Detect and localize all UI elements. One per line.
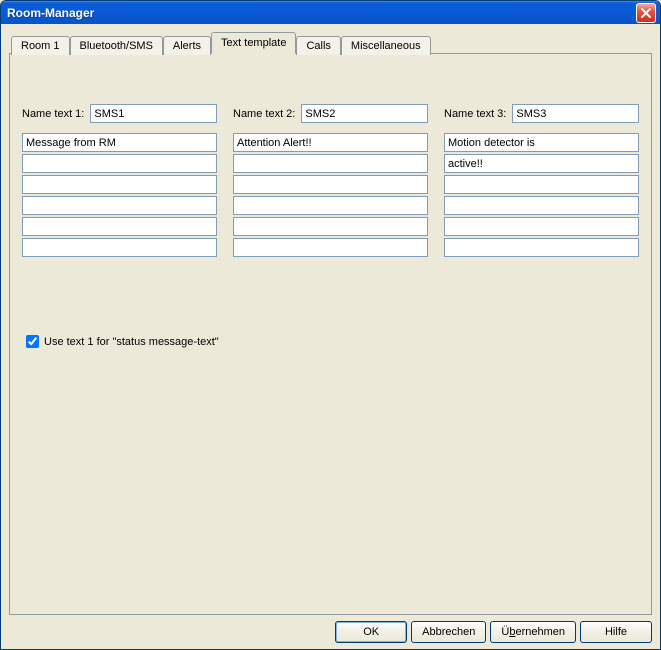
- tab-alerts[interactable]: Alerts: [163, 36, 211, 55]
- text1-line4[interactable]: [22, 196, 217, 215]
- tab-calls[interactable]: Calls: [296, 36, 340, 55]
- text3-line1[interactable]: [444, 133, 639, 152]
- close-button[interactable]: [636, 3, 656, 23]
- tab-text-template[interactable]: Text template: [211, 32, 296, 54]
- text2-line3[interactable]: [233, 175, 428, 194]
- text1-line3[interactable]: [22, 175, 217, 194]
- text1-line6[interactable]: [22, 238, 217, 257]
- tab-label: Bluetooth/SMS: [80, 40, 153, 52]
- titlebar: Room-Manager: [1, 1, 660, 24]
- ok-button[interactable]: OK: [335, 621, 407, 643]
- close-icon: [641, 8, 651, 18]
- text1-line2[interactable]: [22, 154, 217, 173]
- tab-miscellaneous[interactable]: Miscellaneous: [341, 36, 431, 55]
- name-text-3-input[interactable]: [512, 104, 639, 123]
- tab-label: Text template: [221, 37, 286, 49]
- text3-line5[interactable]: [444, 217, 639, 236]
- text3-line2[interactable]: [444, 154, 639, 173]
- text1-line5[interactable]: [22, 217, 217, 236]
- client-area: Room 1 Bluetooth/SMS Alerts Text templat…: [1, 24, 660, 649]
- tab-label: Alerts: [173, 40, 201, 52]
- apply-button[interactable]: Übernehmen: [490, 621, 576, 643]
- text-column-3: Name text 3:: [444, 104, 639, 259]
- tab-label: Room 1: [21, 40, 60, 52]
- name-text-1-label: Name text 1:: [22, 108, 84, 120]
- text3-line3[interactable]: [444, 175, 639, 194]
- use-text1-status-checkbox[interactable]: [26, 335, 39, 348]
- window: Room-Manager Room 1 Bluetooth/SMS Alerts…: [0, 0, 661, 650]
- name-text-2-label: Name text 2:: [233, 108, 295, 120]
- text-column-1: Name text 1:: [22, 104, 217, 259]
- name-text-3-label: Name text 3:: [444, 108, 506, 120]
- dialog-button-row: OK Abbrechen Übernehmen Hilfe: [9, 615, 652, 643]
- window-title: Room-Manager: [7, 6, 636, 20]
- tab-label: Miscellaneous: [351, 40, 421, 52]
- use-text1-status-label[interactable]: Use text 1 for "status message-text": [44, 336, 219, 348]
- text2-line5[interactable]: [233, 217, 428, 236]
- tab-body: Name text 1:: [9, 53, 652, 615]
- text2-line4[interactable]: [233, 196, 428, 215]
- cancel-button[interactable]: Abbrechen: [411, 621, 486, 643]
- text2-line6[interactable]: [233, 238, 428, 257]
- checkbox-row: Use text 1 for "status message-text": [22, 335, 639, 348]
- tab-strip: Room 1 Bluetooth/SMS Alerts Text templat…: [9, 32, 652, 54]
- text3-line6[interactable]: [444, 238, 639, 257]
- text1-line1[interactable]: [22, 133, 217, 152]
- tab-container: Room 1 Bluetooth/SMS Alerts Text templat…: [9, 32, 652, 615]
- tab-room1[interactable]: Room 1: [11, 36, 70, 55]
- text2-line1[interactable]: [233, 133, 428, 152]
- tab-bluetooth-sms[interactable]: Bluetooth/SMS: [70, 36, 163, 55]
- name-text-2-input[interactable]: [301, 104, 428, 123]
- text2-line2[interactable]: [233, 154, 428, 173]
- help-button[interactable]: Hilfe: [580, 621, 652, 643]
- text-template-columns: Name text 1:: [22, 104, 639, 259]
- name-text-1-input[interactable]: [90, 104, 217, 123]
- text3-line4[interactable]: [444, 196, 639, 215]
- tab-label: Calls: [306, 40, 330, 52]
- text-column-2: Name text 2:: [233, 104, 428, 259]
